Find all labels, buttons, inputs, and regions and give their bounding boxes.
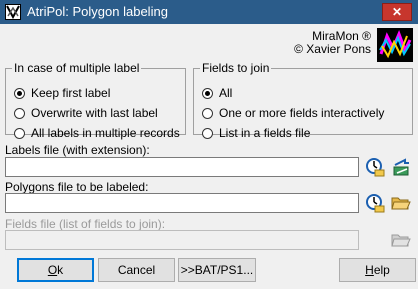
- polygons-file-input[interactable]: [5, 193, 359, 213]
- title-bar: AtriPol: Polygon labeling ✕: [0, 0, 418, 24]
- cancel-button[interactable]: Cancel: [98, 258, 175, 282]
- window-title: AtriPol: Polygon labeling: [27, 4, 168, 19]
- ok-button[interactable]: Ok: [17, 258, 94, 282]
- radio-all-fields[interactable]: All: [202, 85, 232, 101]
- radio-fields-file[interactable]: List in a fields file: [202, 125, 310, 141]
- help-button[interactable]: Help: [339, 258, 416, 282]
- credit-author: © Xavier Pons: [294, 42, 371, 56]
- clock-icon[interactable]: [364, 156, 386, 178]
- radio-all-labels[interactable]: All labels in multiple records: [14, 125, 180, 141]
- labels-file-input[interactable]: [5, 157, 359, 177]
- radio-button[interactable]: [14, 127, 25, 139]
- swap-arrows-icon[interactable]: [390, 156, 412, 178]
- fields-to-join-group: Fields to join All One or more fields in…: [193, 61, 413, 140]
- bat-ps1-button[interactable]: >>BAT/PS1...: [178, 258, 256, 282]
- polygons-file-label: Polygons file to be labeled:: [5, 180, 149, 194]
- radio-label: Overwrite with last label: [31, 106, 158, 120]
- folder-open-icon[interactable]: [390, 229, 412, 251]
- help-label: elp: [373, 263, 390, 277]
- multiple-label-legend: In case of multiple label: [14, 61, 140, 75]
- clock-icon[interactable]: [364, 192, 386, 214]
- fields-to-join-legend: Fields to join: [202, 61, 270, 75]
- fields-file-label: Fields file (list of fields to join):: [5, 217, 166, 231]
- radio-button[interactable]: [202, 107, 213, 119]
- radio-fields-interactive[interactable]: One or more fields interactively: [202, 105, 384, 121]
- folder-open-icon[interactable]: [390, 192, 412, 214]
- app-icon: [5, 4, 21, 20]
- credit-miramon: MiraMon ®: [312, 29, 371, 43]
- multiple-label-group: In case of multiple label Keep first lab…: [5, 61, 186, 140]
- labels-file-label: Labels file (with extension):: [5, 143, 150, 157]
- radio-label: Keep first label: [31, 86, 111, 100]
- radio-button[interactable]: [202, 127, 213, 139]
- fields-file-input[interactable]: [5, 230, 359, 250]
- radio-label: All labels in multiple records: [31, 126, 180, 140]
- ok-hotkey: O: [47, 263, 58, 277]
- radio-label: All: [219, 86, 233, 100]
- radio-overwrite-last[interactable]: Overwrite with last label: [14, 105, 158, 121]
- radio-label: One or more fields interactively: [219, 106, 385, 120]
- radio-button[interactable]: [14, 107, 25, 119]
- radio-label: List in a fields file: [219, 126, 311, 140]
- radio-button-selected[interactable]: [202, 87, 213, 99]
- ok-label: k: [57, 263, 64, 277]
- miramon-logo: [377, 28, 413, 62]
- radio-button-selected[interactable]: [14, 87, 25, 99]
- close-button[interactable]: ✕: [382, 3, 412, 21]
- help-hotkey: H: [365, 263, 374, 277]
- radio-keep-first[interactable]: Keep first label: [14, 85, 110, 101]
